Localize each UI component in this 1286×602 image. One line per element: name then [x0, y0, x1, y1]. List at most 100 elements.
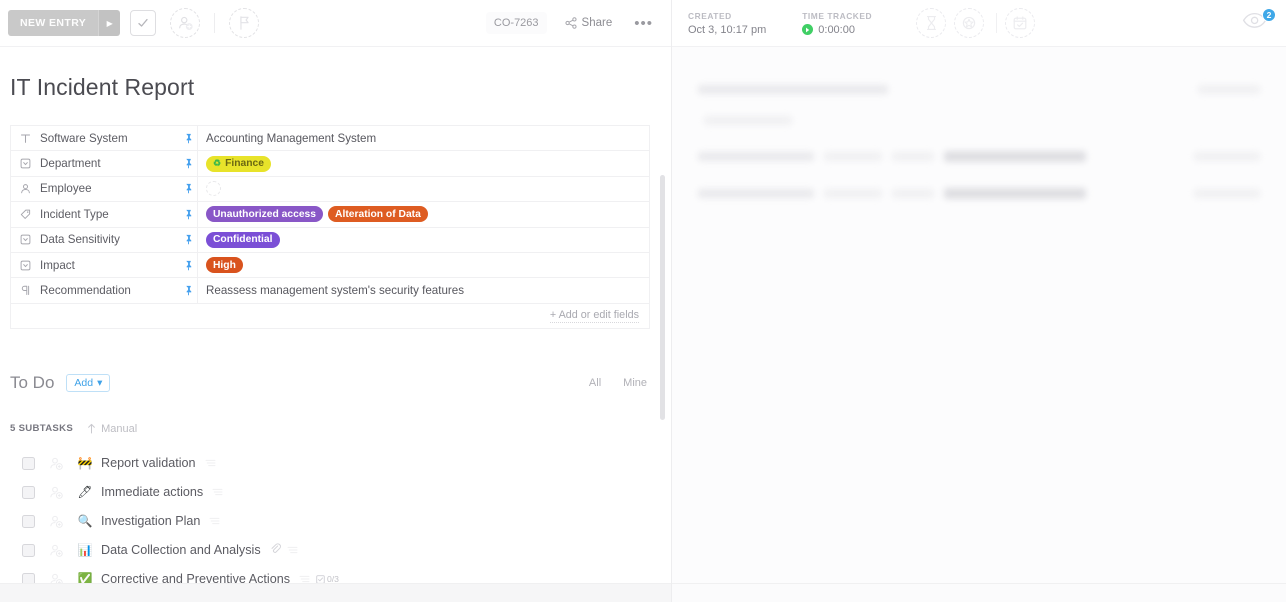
subtask-row[interactable]: 🚧 Report validation	[0, 449, 671, 478]
share-button[interactable]: Share	[557, 12, 621, 34]
pen-icon: 🖊	[77, 485, 93, 500]
subtask-assignee-icon[interactable]	[49, 514, 64, 529]
skeleton-bar	[824, 189, 882, 198]
custom-field-value-cell[interactable]: Accounting Management System	[197, 126, 649, 151]
todo-filter-mine[interactable]: Mine	[623, 377, 647, 389]
new-entry-dropdown-caret[interactable]: ▶	[98, 10, 121, 36]
custom-field-value-cell[interactable]: ♻ Finance	[197, 151, 649, 176]
custom-field-label: Incident Type	[40, 207, 109, 221]
pin-field-icon[interactable]	[180, 183, 197, 194]
chevron-down-icon: ▾	[97, 376, 103, 389]
time-tracked-value-row[interactable]: 0:00:00	[802, 24, 872, 36]
page-title[interactable]: IT Incident Report	[0, 47, 671, 125]
subtask-sort-button[interactable]: Manual	[87, 423, 137, 435]
subtask-checkbox[interactable]	[22, 514, 35, 528]
subtask-badges	[212, 483, 223, 501]
add-subtask-button[interactable]: Add ▾	[66, 373, 111, 392]
check-icon	[138, 18, 148, 27]
subtask-badges	[270, 541, 298, 559]
subtask-assignee-icon[interactable]	[49, 543, 64, 558]
created-value[interactable]: Oct 3, 10:17 pm	[688, 24, 766, 36]
subtask-row[interactable]: 📊 Data Collection and Analysis	[0, 536, 671, 565]
field-tag[interactable]: Unauthorized access	[206, 206, 324, 223]
magnifier-icon: 🔍	[77, 514, 93, 529]
bar-chart-icon: 📊	[77, 543, 93, 558]
custom-field-label: Recommendation	[40, 284, 131, 298]
time-tracked-meta: TIME TRACKED 0:00:00	[802, 11, 872, 36]
pin-field-icon[interactable]	[180, 133, 197, 144]
mark-complete-button[interactable]	[130, 10, 157, 36]
due-date-button[interactable]	[1005, 8, 1036, 38]
custom-field-label: Employee	[40, 182, 92, 196]
set-priority-button[interactable]	[229, 8, 260, 38]
custom-field-name-cell[interactable]: Department	[11, 151, 197, 175]
pin-field-icon[interactable]	[180, 158, 197, 169]
time-estimate-button[interactable]	[916, 8, 947, 38]
skeleton-bar	[944, 151, 1086, 162]
empty-avatar-icon[interactable]	[206, 181, 221, 197]
subtask-assignee-icon[interactable]	[49, 485, 64, 500]
task-detail-app: NEW ENTRY ▶ CO-7263 Share ••• IT Inciden…	[0, 0, 1286, 602]
main-scrollbar-track[interactable]	[660, 47, 665, 583]
hourglass-icon	[926, 16, 936, 30]
todo-filter-all[interactable]: All	[589, 377, 601, 389]
custom-field-name-cell[interactable]: Software System	[11, 126, 197, 150]
subtask-checkbox[interactable]	[22, 485, 35, 499]
field-tag[interactable]: ♻ Finance	[206, 155, 271, 172]
custom-field-label: Department	[40, 157, 101, 171]
pin-field-icon[interactable]	[180, 234, 197, 245]
created-label: CREATED	[688, 10, 732, 21]
subtask-count-label: 5 SUBTASKS	[10, 423, 74, 435]
subtask-checkbox[interactable]	[22, 456, 35, 470]
custom-field-name-cell[interactable]: Incident Type	[11, 202, 197, 226]
more-options-button[interactable]: •••	[628, 14, 659, 33]
subtask-label[interactable]: Immediate actions	[101, 485, 203, 499]
custom-field-row: Recommendation Reassess management system…	[11, 278, 649, 304]
subtask-label[interactable]: Investigation Plan	[101, 514, 200, 528]
subtask-label[interactable]: Report validation	[101, 456, 196, 470]
custom-field-name-cell[interactable]: Data Sensitivity	[11, 228, 197, 252]
pin-field-icon[interactable]	[180, 260, 197, 271]
new-entry-button[interactable]: NEW ENTRY	[8, 10, 99, 36]
custom-field-value-cell[interactable]: High	[197, 252, 649, 278]
custom-field-name-cell[interactable]: Recommendation	[11, 278, 197, 302]
subtask-badges	[205, 454, 216, 472]
pin-field-icon[interactable]	[180, 209, 197, 220]
custom-field-value-cell[interactable]: Confidential	[197, 227, 649, 252]
attachment-icon[interactable]	[270, 541, 281, 559]
custom-field-name-cell[interactable]: Impact	[11, 253, 197, 277]
add-or-edit-fields-button[interactable]: + Add or edit fields	[549, 309, 639, 323]
pin-field-icon[interactable]	[180, 285, 197, 296]
custom-field-text-value: Reassess management system's security fe…	[206, 284, 465, 298]
subtask-row[interactable]: 🖊 Immediate actions	[0, 478, 671, 507]
detail-panel-activity-skeleton	[672, 47, 1286, 199]
task-id-chip[interactable]: CO-7263	[485, 12, 547, 34]
skeleton-bar	[1194, 152, 1260, 161]
custom-field-value-cell[interactable]: Reassess management system's security fe…	[197, 278, 649, 303]
main-scrollbar-thumb[interactable]	[660, 175, 665, 420]
person-field-icon	[19, 183, 32, 194]
custom-field-text-value: Accounting Management System	[206, 131, 377, 145]
field-tag-label: Finance	[225, 158, 264, 170]
skeleton-bar	[824, 152, 882, 161]
custom-field-value-cell[interactable]: Unauthorized access Alteration of Data	[197, 202, 649, 227]
watchers-button[interactable]: 2	[1242, 8, 1276, 35]
field-tag[interactable]: High	[206, 257, 243, 274]
task-detail-pane: CREATED Oct 3, 10:17 pm TIME TRACKED 0:0…	[672, 0, 1286, 602]
subtask-assignee-icon[interactable]	[49, 456, 64, 471]
description-lines-icon	[212, 483, 223, 501]
subtask-label[interactable]: Data Collection and Analysis	[101, 543, 261, 557]
field-tag[interactable]: Confidential	[206, 231, 280, 248]
add-assignee-button[interactable]	[170, 8, 201, 38]
custom-field-name-cell[interactable]: Employee	[11, 177, 197, 201]
subtask-row[interactable]: 🔍 Investigation Plan	[0, 507, 671, 536]
custom-fields-section: Software System Accounting Management Sys…	[0, 125, 671, 329]
sprint-points-button[interactable]	[954, 8, 985, 38]
custom-field-value-cell[interactable]	[197, 176, 649, 202]
subtask-checkbox[interactable]	[22, 543, 35, 557]
dropdown-field-icon	[19, 234, 32, 245]
field-tag-label: Unauthorized access	[213, 208, 317, 220]
field-tag[interactable]: Alteration of Data	[328, 206, 428, 223]
skeleton-bar	[1198, 85, 1260, 94]
watchers-count-badge: 2	[1262, 8, 1276, 22]
